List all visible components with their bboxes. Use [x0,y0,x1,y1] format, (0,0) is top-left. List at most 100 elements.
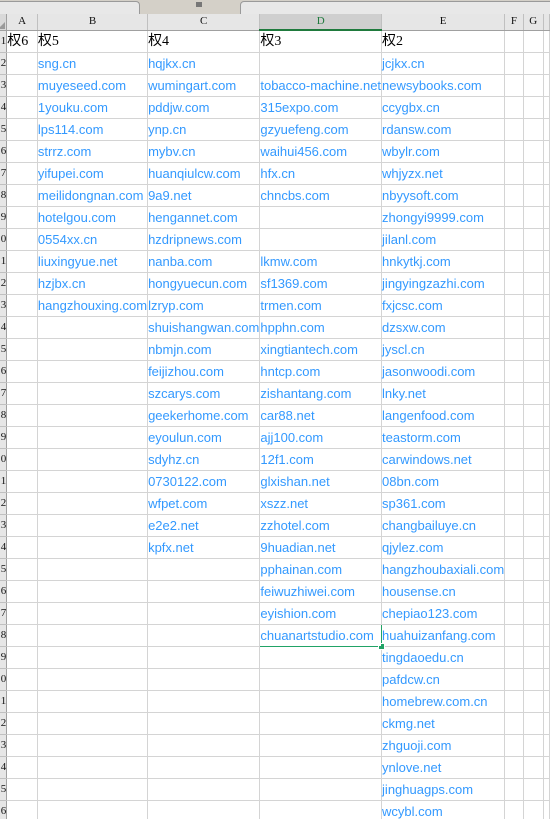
cell-C16[interactable]: feijizhou.com [147,360,261,383]
cell-B16[interactable] [37,360,149,383]
cell-D13[interactable]: trmen.com [259,294,383,317]
cell-H2[interactable] [543,52,550,75]
row-header[interactable]: 8 [0,184,8,207]
cell-H34[interactable] [543,756,550,779]
cell-G11[interactable] [523,250,544,273]
cell-B21[interactable] [37,470,149,493]
cell-C20[interactable]: sdyhz.cn [147,448,261,471]
cell-G32[interactable] [523,712,544,735]
row-header[interactable]: 1 [0,250,8,273]
cell-F34[interactable] [504,756,524,779]
cell-H31[interactable] [543,690,550,713]
row-header[interactable]: 7 [0,162,8,185]
cell-C31[interactable] [147,690,261,713]
column-header-d[interactable]: D [259,14,383,31]
cell-A8[interactable] [6,184,38,207]
row-header[interactable]: 4 [0,316,8,339]
cell-B4[interactable]: 1youku.com [37,96,149,119]
cell-D28[interactable]: chuanartstudio.com [259,624,383,647]
cell-A4[interactable] [6,96,38,119]
cell-G3[interactable] [523,74,544,97]
cell-H15[interactable] [543,338,550,361]
cell-H32[interactable] [543,712,550,735]
cell-C18[interactable]: geekerhome.com [147,404,261,427]
row-header[interactable]: 9 [0,426,8,449]
cell-A34[interactable] [6,756,38,779]
cell-G33[interactable] [523,734,544,757]
cell-H7[interactable] [543,162,550,185]
cell-F16[interactable] [504,360,524,383]
cell-H5[interactable] [543,118,550,141]
cell-D36[interactable] [259,800,383,819]
row-header[interactable]: 5 [0,778,8,801]
cell-G15[interactable] [523,338,544,361]
cell-G17[interactable] [523,382,544,405]
cell-E24[interactable]: qjylez.com [381,536,506,559]
cell-G29[interactable] [523,646,544,669]
cell-G25[interactable] [523,558,544,581]
cell-E7[interactable]: whjyzx.net [381,162,506,185]
cell-D30[interactable] [259,668,383,691]
cell-D18[interactable]: car88.net [259,404,383,427]
cell-C7[interactable]: huanqiulcw.com [147,162,261,185]
cell-B5[interactable]: lps114.com [37,118,149,141]
cell-H16[interactable] [543,360,550,383]
cell-A1[interactable]: 权6 [6,30,38,53]
cell-E18[interactable]: langenfood.com [381,404,506,427]
cell-C36[interactable] [147,800,261,819]
cell-D8[interactable]: chncbs.com [259,184,383,207]
cell-A10[interactable] [6,228,38,251]
cell-G18[interactable] [523,404,544,427]
cell-D33[interactable] [259,734,383,757]
cell-F17[interactable] [504,382,524,405]
cell-B35[interactable] [37,778,149,801]
cell-C35[interactable] [147,778,261,801]
cell-F15[interactable] [504,338,524,361]
cell-A32[interactable] [6,712,38,735]
row-header[interactable]: 8 [0,404,8,427]
cell-A15[interactable] [6,338,38,361]
cell-H17[interactable] [543,382,550,405]
cell-F21[interactable] [504,470,524,493]
cell-B29[interactable] [37,646,149,669]
cell-B17[interactable] [37,382,149,405]
cell-B11[interactable]: liuxingyue.net [37,250,149,273]
cell-G5[interactable] [523,118,544,141]
cell-F28[interactable] [504,624,524,647]
row-header[interactable]: 1 [0,470,8,493]
cell-C23[interactable]: e2e2.net [147,514,261,537]
cell-H9[interactable] [543,206,550,229]
row-header[interactable]: 8 [0,624,8,647]
cell-D6[interactable]: waihui456.com [259,140,383,163]
row-header[interactable]: 0 [0,668,8,691]
cell-D14[interactable]: hpphn.com [259,316,383,339]
cell-A5[interactable] [6,118,38,141]
cell-G20[interactable] [523,448,544,471]
cell-B20[interactable] [37,448,149,471]
cell-H19[interactable] [543,426,550,449]
cell-B7[interactable]: yifupei.com [37,162,149,185]
cell-B6[interactable]: strrz.com [37,140,149,163]
cell-C25[interactable] [147,558,261,581]
row-header[interactable]: 6 [0,580,8,603]
cell-E1[interactable]: 权2 [381,30,506,53]
cell-C12[interactable]: hongyuecun.com [147,272,261,295]
cell-H6[interactable] [543,140,550,163]
cell-C15[interactable]: nbmjn.com [147,338,261,361]
cell-E12[interactable]: jingyingzazhi.com [381,272,506,295]
cell-H11[interactable] [543,250,550,273]
cell-F27[interactable] [504,602,524,625]
cell-D19[interactable]: ajj100.com [259,426,383,449]
ribbon-tab-left[interactable] [0,1,140,14]
cell-H26[interactable] [543,580,550,603]
cell-B8[interactable]: meilidongnan.com [37,184,149,207]
cell-E29[interactable]: tingdaoedu.cn [381,646,506,669]
cell-C27[interactable] [147,602,261,625]
cell-E19[interactable]: teastorm.com [381,426,506,449]
cell-C14[interactable]: shuishangwan.com [147,316,261,339]
cell-F24[interactable] [504,536,524,559]
cell-E25[interactable]: hangzhoubaxiali.com [381,558,506,581]
cell-E26[interactable]: housense.cn [381,580,506,603]
cell-D31[interactable] [259,690,383,713]
cell-F20[interactable] [504,448,524,471]
